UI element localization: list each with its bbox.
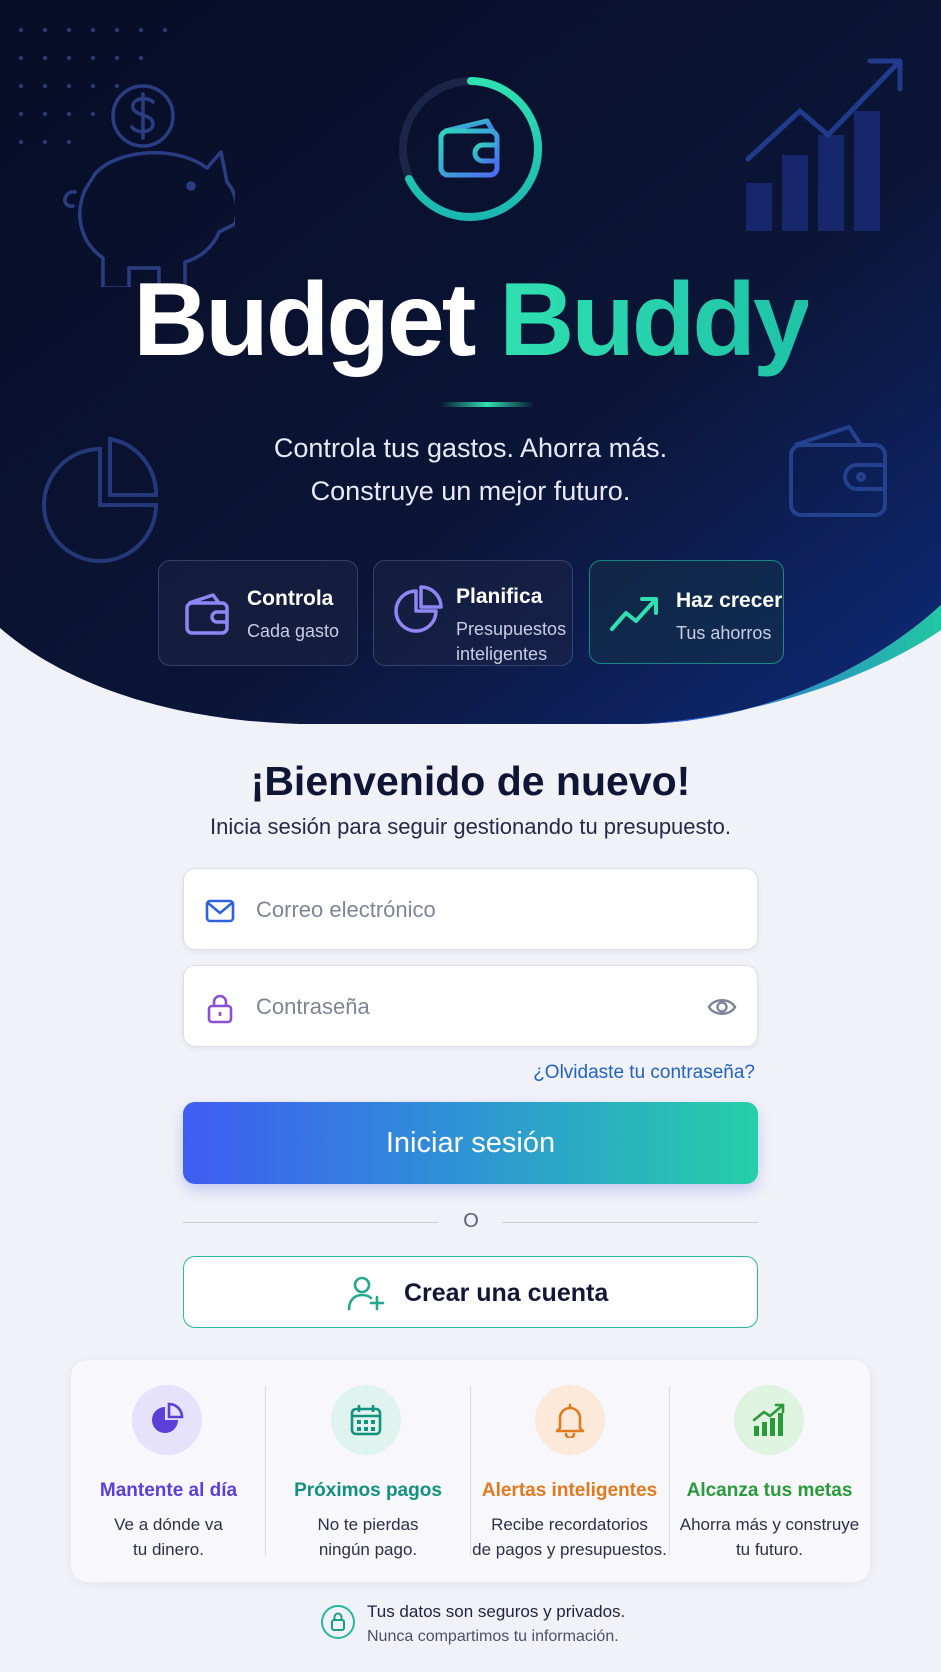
growth-chart-icon (745, 58, 903, 231)
feature-subtitle: Cada gasto (247, 621, 340, 641)
benefit-icon-circle (535, 1385, 605, 1455)
benefit-description: Recibe recordatorios de pagos y presupues… (470, 1512, 669, 1562)
benefit-desc-line-2: de pagos y presupuestos. (472, 1540, 667, 1559)
show-password-icon[interactable] (707, 992, 737, 1022)
benefit-icon-circle (331, 1385, 401, 1455)
divider-right (502, 1222, 758, 1223)
email-field-container (183, 868, 758, 951)
trend-up-icon (610, 597, 658, 631)
benefit-title: Próximos pagos (294, 1480, 442, 1501)
create-account-button[interactable]: Crear una cuenta (183, 1256, 758, 1328)
welcome-subtitle: Inicia sesión para seguir gestionando tu… (209, 814, 731, 839)
benefits-panel: Mantente al día Ve a dónde va tu dinero. … (71, 1360, 870, 1582)
tagline-line-2: Construye un mejor futuro. (310, 476, 631, 506)
feature-title: Haz crecer (676, 589, 783, 612)
feature-card-haz-crecer: Haz crecer Tus ahorros (589, 560, 784, 664)
email-input[interactable] (254, 869, 688, 951)
calendar-icon (350, 1405, 382, 1436)
benefit-desc-line-1: Ve a dónde va (114, 1515, 223, 1534)
benefit-title: Mantente al día (99, 1480, 238, 1501)
feature-card-controla: Controla Cada gasto (158, 560, 358, 666)
lock-icon (207, 994, 233, 1024)
tagline-line-1: Controla tus gastos. Ahorra más. (273, 433, 668, 463)
welcome-title: ¡Bienvenido de nuevo! (250, 758, 691, 804)
security-note-line-2: Nunca compartimos tu información. (367, 1628, 619, 1645)
brand-word-2: Buddy (499, 262, 811, 378)
wallet-icon (185, 593, 229, 635)
feature-title: Planifica (456, 585, 543, 608)
benefit-icon-circle (132, 1385, 202, 1455)
pie-chart-icon (152, 1402, 184, 1433)
shield-lock-icon (321, 1605, 355, 1639)
benefit-title: Alcanza tus metas (686, 1480, 853, 1501)
benefit-desc-line-1: Ahorra más y construye (679, 1515, 860, 1534)
benefit-description: Ve a dónde va tu dinero. (71, 1512, 266, 1562)
divider-left (183, 1222, 438, 1223)
bell-icon (555, 1403, 585, 1438)
benefit-icon-circle (734, 1385, 804, 1455)
wallet-icon (789, 425, 887, 517)
create-account-label: Crear una cuenta (404, 1279, 609, 1307)
benefit-item: Próximos pagos No te pierdas ningún pago. (266, 1360, 470, 1582)
benefit-desc-line-1: No te pierdas (317, 1515, 419, 1534)
feature-subtitle: Tus ahorros (676, 623, 772, 643)
add-user-icon (347, 1276, 385, 1311)
pie-chart-icon (394, 585, 443, 633)
benefit-desc-line-2: ningún pago. (318, 1540, 418, 1559)
brand-word-1: Budget (133, 262, 476, 378)
benefit-item: Alertas inteligentes Recibe recordatorio… (470, 1360, 669, 1582)
divider-label: O (463, 1210, 479, 1232)
benefit-item: Mantente al día Ve a dónde va tu dinero. (71, 1360, 266, 1582)
feature-title: Controla (247, 587, 334, 610)
benefit-title: Alertas inteligentes (481, 1480, 658, 1501)
title-underline (440, 402, 534, 407)
piggy-bank-icon (63, 84, 235, 287)
feature-card-planifica: Planifica Presupuestos inteligentes (373, 560, 573, 666)
app-title: Budget Buddy (0, 268, 941, 372)
benefit-desc-line-2: tu dinero. (133, 1540, 204, 1559)
benefit-desc-line-2: tu futuro. (735, 1540, 804, 1559)
security-note-line-1: Tus datos son seguros y privados. (367, 1602, 626, 1621)
login-button[interactable]: Iniciar sesión (183, 1102, 758, 1184)
password-field-container (183, 965, 758, 1048)
password-input[interactable] (254, 966, 688, 1048)
benefit-description: Ahorra más y construye tu futuro. (669, 1512, 870, 1562)
feature-subtitle: Presupuestos inteligentes (456, 619, 567, 664)
benefit-item: Alcanza tus metas Ahorra más y construye… (669, 1360, 870, 1582)
benefit-description: No te pierdas ningún pago. (266, 1512, 470, 1562)
growth-chart-icon (752, 1403, 785, 1436)
app-logo-icon (399, 77, 543, 221)
benefit-desc-line-1: Recibe recordatorios (491, 1515, 648, 1534)
forgot-password-link[interactable]: ¿Olvidaste tu contraseña? (533, 1062, 755, 1084)
mail-icon (205, 899, 235, 923)
